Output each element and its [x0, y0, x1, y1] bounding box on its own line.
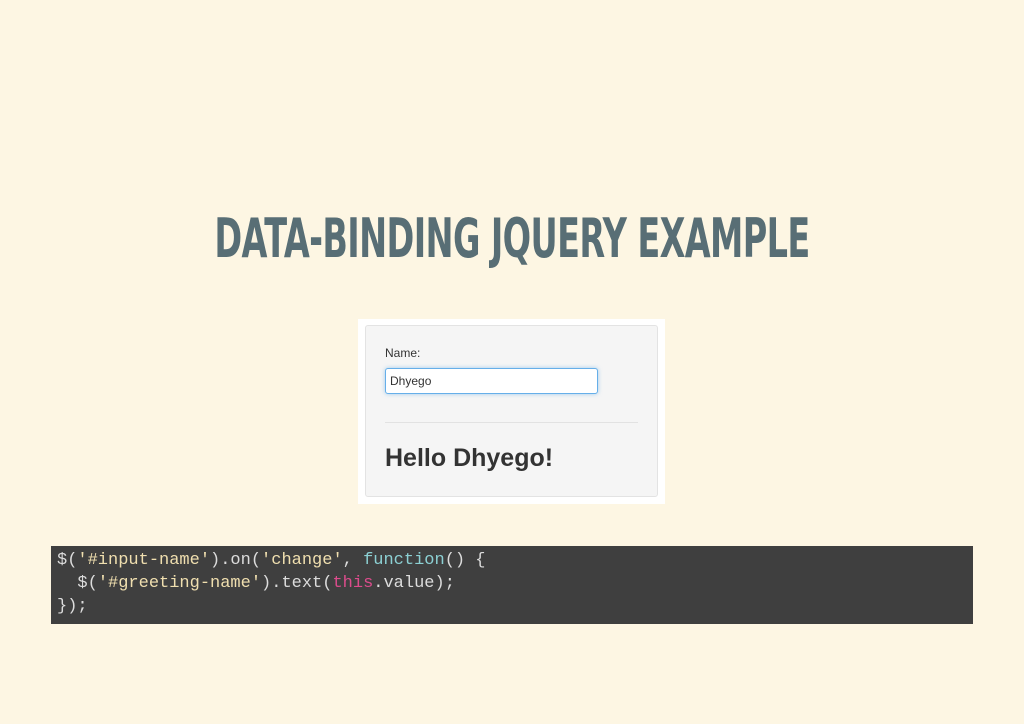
form-panel: Name: Hello Dhyego!: [365, 325, 658, 497]
code-keyword-this: this: [332, 574, 374, 593]
code-line-3: });: [57, 595, 967, 618]
code-token: ).on(: [210, 551, 262, 570]
code-token: });: [57, 597, 88, 616]
slide-title: DATA-BINDING JQUERY EXAMPLE: [214, 207, 810, 270]
name-input[interactable]: [385, 368, 598, 394]
code-token: () {: [444, 551, 486, 570]
code-line-1: $('#input-name').on('change', function()…: [57, 549, 967, 572]
divider: [385, 422, 638, 423]
code-token: ).text(: [261, 574, 333, 593]
code-string: '#greeting-name': [97, 574, 262, 593]
code-string: 'change': [261, 551, 343, 570]
code-token: $(: [57, 574, 98, 593]
code-token: ,: [342, 551, 364, 570]
code-keyword: function: [363, 551, 445, 570]
greeting-heading: Hello Dhyego!: [385, 444, 554, 472]
code-block: $('#input-name').on('change', function()…: [51, 546, 973, 624]
name-label: Name:: [385, 346, 421, 360]
code-token: .value);: [373, 574, 455, 593]
code-string: '#input-name': [77, 551, 211, 570]
code-line-2: $('#greeting-name').text(this.value);: [57, 572, 967, 595]
demo-screenshot: Name: Hello Dhyego!: [358, 319, 665, 504]
code-token: $(: [57, 551, 78, 570]
